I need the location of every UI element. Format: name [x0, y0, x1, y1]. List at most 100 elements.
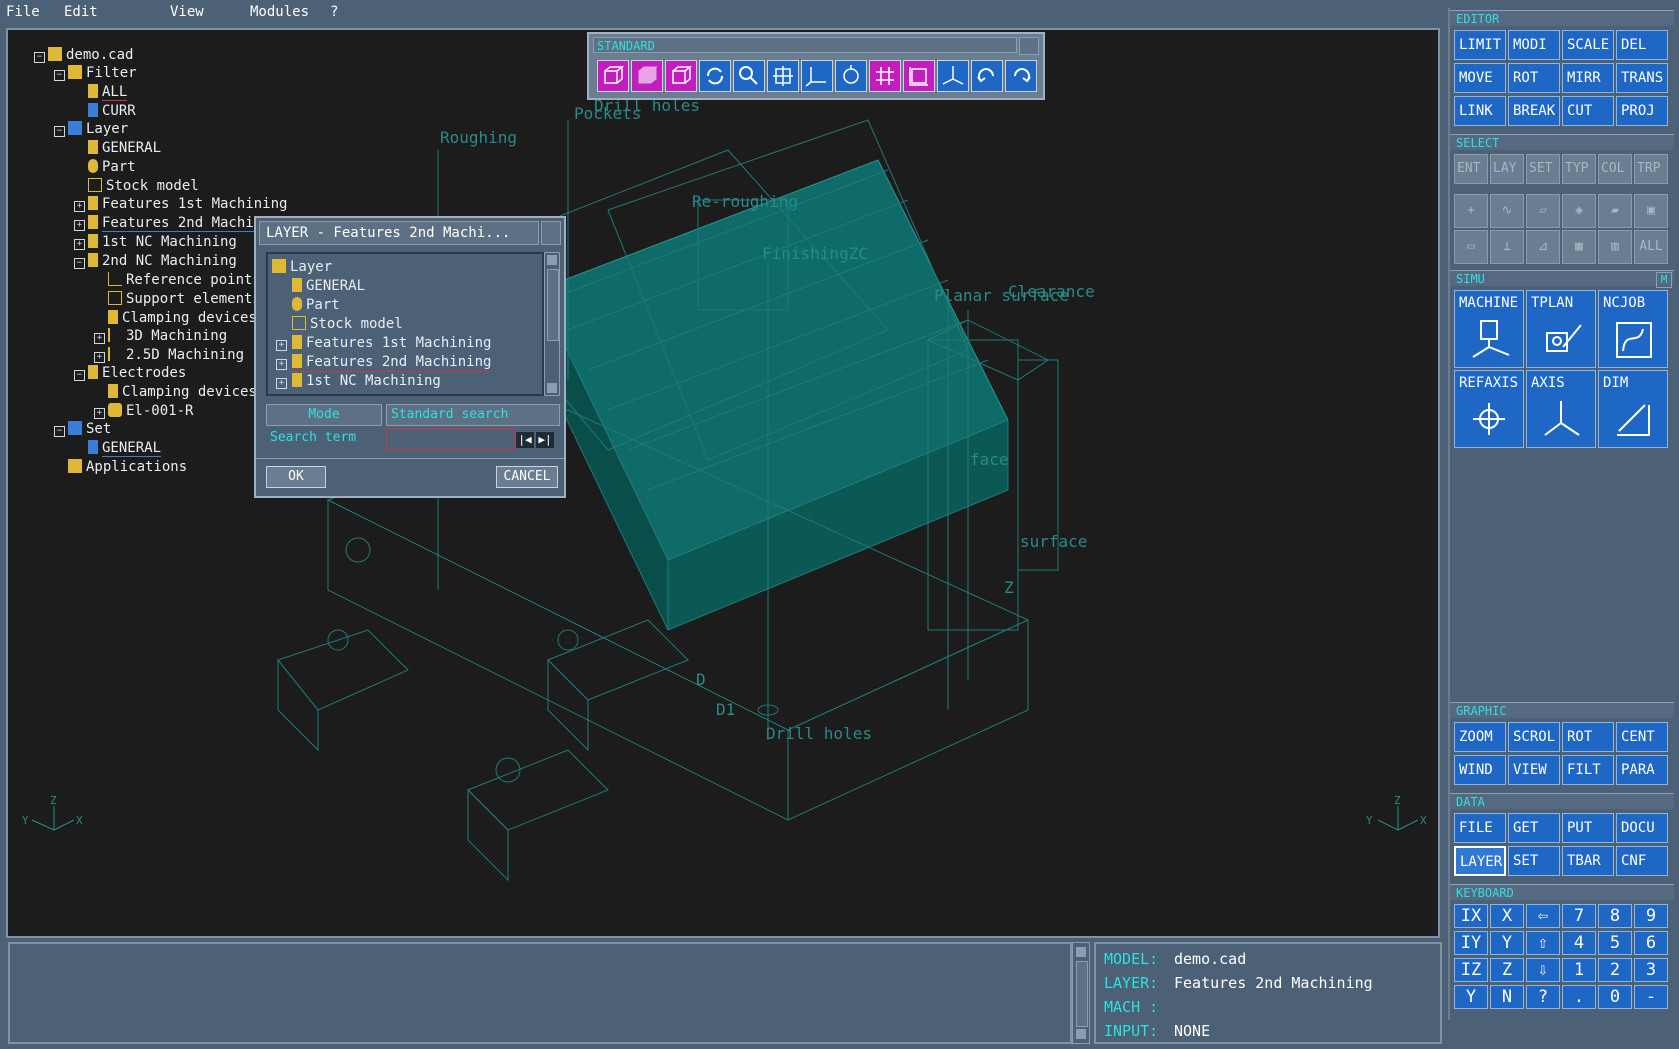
menu-help[interactable]: ?	[330, 4, 338, 20]
shaded-view-icon[interactable]	[631, 60, 663, 92]
graphic-view-button[interactable]: VIEW	[1508, 755, 1560, 785]
key-no[interactable]: N	[1490, 985, 1524, 1009]
graphic-cent-button[interactable]: CENT	[1616, 722, 1668, 752]
key-minus[interactable]: -	[1634, 985, 1668, 1009]
list-item-part[interactable]: Part	[292, 296, 340, 314]
tree-collapse-toggle[interactable]: −	[54, 426, 65, 437]
sheet-filter-icon[interactable]: ▰	[1598, 194, 1632, 228]
simu-tplan-button[interactable]: TPLAN	[1526, 290, 1596, 368]
axis-filter-icon[interactable]: ⊥	[1490, 230, 1524, 264]
editor-del-button[interactable]: DEL	[1616, 30, 1668, 60]
standard-toolbar-title[interactable]: STANDARD	[593, 37, 1017, 53]
select-trp-button[interactable]: TRP	[1634, 154, 1668, 184]
refresh-icon[interactable]	[835, 60, 867, 92]
tree-item-reference-points[interactable]: Reference points	[108, 271, 261, 289]
graphic-wind-button[interactable]: WIND	[1454, 755, 1506, 785]
tree-item-set[interactable]: Set	[68, 420, 111, 438]
data-put-button[interactable]: PUT	[1562, 813, 1614, 843]
editor-trans-button[interactable]: TRANS	[1616, 63, 1668, 93]
tree-collapse-toggle[interactable]: −	[54, 70, 65, 81]
simu-dim-button[interactable]: DIM	[1598, 370, 1668, 448]
mode-select[interactable]: Standard search	[386, 404, 560, 426]
key-4[interactable]: 4	[1562, 931, 1596, 955]
face-filter-icon[interactable]: ◈	[1562, 194, 1596, 228]
key-x[interactable]: X	[1490, 904, 1524, 928]
curve-filter-icon[interactable]: ∿	[1490, 194, 1524, 228]
data-tbar-button[interactable]: TBAR	[1562, 846, 1614, 876]
key-down-arrow-icon[interactable]: ⇩	[1526, 958, 1560, 982]
scroll-thumb[interactable]	[547, 269, 559, 341]
data-get-button[interactable]: GET	[1508, 813, 1560, 843]
select-all-filter-button[interactable]: ALL	[1634, 230, 1668, 264]
zoom-icon[interactable]	[733, 60, 765, 92]
select-ent-button[interactable]: ENT	[1454, 154, 1488, 184]
menu-file[interactable]: File	[6, 4, 40, 20]
list-item-stock-model[interactable]: Stock model	[292, 315, 403, 333]
select-typ-button[interactable]: TYP	[1562, 154, 1596, 184]
scroll-down-arrow-icon[interactable]	[1076, 1029, 1086, 1039]
menu-edit[interactable]: Edit	[64, 4, 98, 20]
editor-link-button[interactable]: LINK	[1454, 96, 1506, 126]
editor-move-button[interactable]: MOVE	[1454, 63, 1506, 93]
select-lay-button[interactable]: LAY	[1490, 154, 1524, 184]
editor-rot-button[interactable]: ROT	[1508, 63, 1560, 93]
search-previous-icon[interactable]: |◀	[516, 432, 534, 448]
pan-icon[interactable]	[767, 60, 799, 92]
key-9[interactable]: 9	[1634, 904, 1668, 928]
undo-icon[interactable]	[971, 60, 1003, 92]
search-next-icon[interactable]: ▶|	[536, 432, 554, 448]
key-2[interactable]: 2	[1598, 958, 1632, 982]
graphics-viewport[interactable]: Z Y X Z Y X Drill holes Pockets Roughing Re-…	[6, 28, 1440, 938]
hidden-line-view-icon[interactable]	[665, 60, 697, 92]
axes-icon[interactable]	[801, 60, 833, 92]
menu-view[interactable]: View	[170, 4, 204, 20]
data-file-button[interactable]: FILE	[1454, 813, 1506, 843]
tree-expand-toggle[interactable]: +	[74, 220, 85, 231]
simu-machine-button[interactable]: MACHINE	[1454, 290, 1524, 368]
dialog-close-button[interactable]	[541, 221, 561, 245]
point-filter-icon[interactable]: +	[1454, 194, 1488, 228]
key-iy[interactable]: IY	[1454, 931, 1488, 955]
scroll-thumb[interactable]	[1076, 961, 1088, 1027]
tree-item-electrodes[interactable]: Electrodes	[88, 364, 186, 382]
tree-item-clamping-devices-2[interactable]: Clamping devices	[108, 383, 257, 401]
tree-collapse-toggle[interactable]: −	[34, 52, 45, 63]
list-expand-toggle[interactable]: +	[276, 378, 287, 389]
dimension-filter-icon[interactable]: ⊿	[1526, 230, 1560, 264]
list-item-features-2nd-selected[interactable]: Features 2nd Machining	[292, 353, 492, 372]
list-item-1st-nc[interactable]: 1st NC Machining	[292, 372, 441, 390]
graphic-zoom-button[interactable]: ZOOM	[1454, 722, 1506, 752]
list-item-general[interactable]: GENERAL	[292, 277, 365, 295]
ok-button[interactable]: OK	[266, 466, 326, 488]
key-yes[interactable]: Y	[1454, 985, 1488, 1009]
editor-scale-button[interactable]: SCALE	[1562, 30, 1614, 60]
tree-expand-toggle[interactable]: +	[74, 201, 85, 212]
data-cnf-button[interactable]: CNF	[1616, 846, 1668, 876]
layer-list[interactable]: Layer GENERAL Part Stock model + Feature…	[266, 252, 544, 396]
editor-limit-button[interactable]: LIMIT	[1454, 30, 1506, 60]
tree-item-root[interactable]: demo.cad	[48, 46, 133, 64]
list-scrollbar[interactable]	[544, 252, 560, 396]
editor-mirr-button[interactable]: MIRR	[1562, 63, 1614, 93]
data-docu-button[interactable]: DOCU	[1616, 813, 1668, 843]
tree-collapse-toggle[interactable]: −	[74, 258, 85, 269]
key-6[interactable]: 6	[1634, 931, 1668, 955]
rotate-view-icon[interactable]	[699, 60, 731, 92]
assembly-filter-icon[interactable]: ▦	[1562, 230, 1596, 264]
cancel-button[interactable]: CANCEL	[496, 466, 558, 488]
tree-collapse-toggle[interactable]: −	[74, 370, 85, 381]
tree-item-all[interactable]: ALL	[88, 83, 128, 101]
simu-mark-button[interactable]: M	[1656, 272, 1672, 288]
tree-item-curr[interactable]: CURR	[88, 102, 136, 120]
tree-item-25d-machining[interactable]: 2.5D Machining	[108, 346, 244, 364]
hatch-filter-icon[interactable]: ▥	[1598, 230, 1632, 264]
tree-collapse-toggle[interactable]: −	[54, 126, 65, 137]
tree-item-features-1st[interactable]: Features 1st Machining	[88, 195, 287, 213]
tree-item-stock-model[interactable]: Stock model	[88, 177, 199, 195]
tree-expand-toggle[interactable]: +	[94, 408, 105, 419]
key-up-arrow-icon[interactable]: ⇧	[1526, 931, 1560, 955]
tree-item-layer[interactable]: Layer	[68, 120, 128, 138]
editor-break-button[interactable]: BREAK	[1508, 96, 1560, 126]
list-item-features-1st[interactable]: Features 1st Machining	[292, 334, 491, 352]
tree-item-filter[interactable]: Filter	[68, 64, 137, 82]
